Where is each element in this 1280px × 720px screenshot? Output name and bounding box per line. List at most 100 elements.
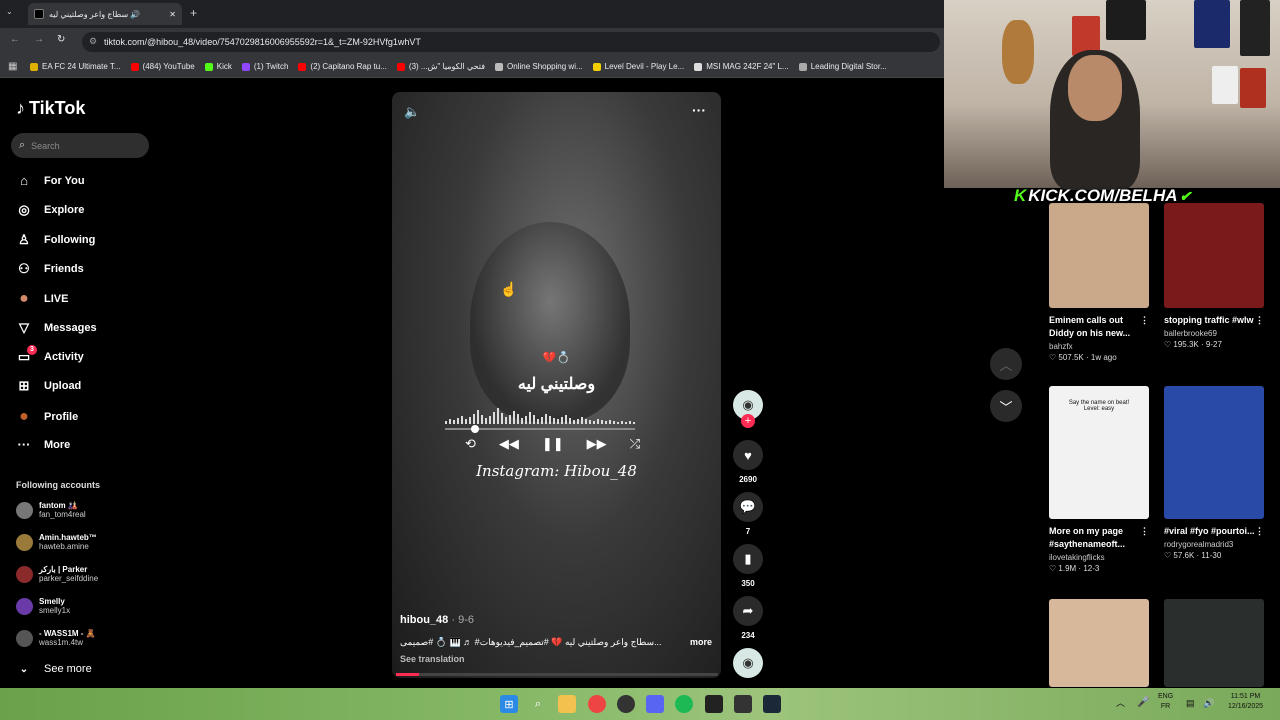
following-account[interactable]: Smelly smelly1x — [16, 597, 70, 615]
video-thumbnail[interactable] — [1049, 599, 1149, 687]
share-button[interactable]: ➦ 234 — [733, 596, 763, 640]
microphone-icon[interactable]: 🎤 — [1137, 698, 1149, 708]
discord-icon[interactable] — [646, 695, 664, 713]
epic-games-icon[interactable] — [734, 695, 752, 713]
recommended-video-card[interactable]: Eminem calls out Diddy on his new... ⋮ bah… — [1049, 203, 1149, 362]
card-author[interactable]: ilovetakingflicks — [1049, 553, 1149, 562]
nav-item-more[interactable]: ··· More — [16, 437, 71, 452]
search-taskbar-icon[interactable]: ⌕ — [529, 695, 547, 713]
following-account[interactable]: Amin.hawteb™ hawteb.amine — [16, 533, 97, 551]
see-more-button[interactable]: ⌄ See more — [16, 663, 92, 675]
spotify-icon[interactable] — [675, 695, 693, 713]
clock[interactable]: 11:51 PM 12/16/2025 — [1228, 692, 1263, 712]
following-account[interactable]: fantom 🎎 fan_tom4real — [16, 501, 86, 519]
bookmark-favicon-icon — [396, 62, 405, 71]
bookmark-item[interactable]: (2) Capitano Rap tu... — [298, 62, 387, 71]
card-menu-icon[interactable]: ⋮ — [1255, 314, 1264, 327]
card-title[interactable]: #viral #fyo #pourtoi... — [1164, 525, 1255, 538]
card-menu-icon[interactable]: ⋮ — [1140, 525, 1149, 551]
bookmark-item[interactable]: Level Devil - Play Le... — [592, 62, 684, 71]
bookmark-item[interactable]: (484) YouTube — [130, 62, 195, 71]
nav-item-following[interactable]: ♙ Following — [16, 232, 95, 248]
recommended-video-card[interactable] — [1164, 599, 1264, 687]
network-icon[interactable]: ▤ — [1186, 698, 1195, 708]
waveform-bar — [617, 422, 619, 424]
bookmark-item[interactable]: MSI MAG 242F 24" L... — [694, 62, 789, 71]
new-tab-button[interactable]: + — [190, 6, 197, 20]
recommended-video-card[interactable]: stopping traffic #wlw ⋮ ballerbrooke69 ♡ 19… — [1164, 203, 1264, 349]
author-username[interactable]: hibou_48 — [400, 614, 448, 626]
card-author[interactable]: rodrygorealmadrid3 — [1164, 540, 1264, 549]
like-button[interactable]: ♥ 2690 — [733, 440, 763, 484]
volume-icon[interactable]: 🔈 — [404, 104, 420, 120]
card-menu-icon[interactable]: ⋮ — [1255, 525, 1264, 538]
video-thumbnail[interactable] — [1164, 599, 1264, 687]
recommended-video-card[interactable]: Say the name on beat! Level: easy More on… — [1049, 386, 1149, 573]
card-title[interactable]: stopping traffic #wlw — [1164, 314, 1254, 327]
reload-icon[interactable]: ↻ — [57, 34, 65, 45]
bookmark-item[interactable]: (1) Twitch — [241, 62, 288, 71]
follow-plus-icon[interactable]: + — [741, 414, 755, 428]
nav-item-explore[interactable]: ◎ Explore — [16, 202, 84, 218]
tray-overflow-icon[interactable]: ︿ — [1116, 698, 1125, 708]
file-explorer-icon[interactable] — [558, 695, 576, 713]
recommended-video-card[interactable] — [1049, 599, 1149, 687]
nav-item-live[interactable]: ● LIVE — [16, 290, 68, 308]
tiktok-logo[interactable]: ♪ TikTok — [16, 98, 85, 119]
video-author[interactable]: hibou_48 · 9-6 — [400, 614, 474, 626]
nav-item-upload[interactable]: ⊞ Upload — [16, 378, 82, 394]
more-link[interactable]: more — [690, 637, 712, 648]
card-author[interactable]: ballerbrooke69 — [1164, 329, 1264, 338]
bookmark-item[interactable]: Online Shopping wi... — [495, 62, 583, 71]
recommended-video-card[interactable]: #viral #fyo #pourtoi... ⋮ rodrygorealmadri… — [1164, 386, 1264, 560]
card-menu-icon[interactable]: ⋮ — [1140, 314, 1149, 340]
verified-badge-icon: ✔ — [1179, 187, 1192, 204]
search-input[interactable]: ⌕ Search — [11, 133, 149, 158]
nav-item-activity[interactable]: ▭ Activity — [16, 349, 84, 365]
comment-button[interactable]: 💬 7 — [733, 492, 763, 536]
app-icon[interactable] — [705, 695, 723, 713]
tab-menu-icon[interactable]: ⌄ — [6, 7, 13, 16]
music-disc-button[interactable]: ◉ — [733, 648, 763, 678]
waveform-bar — [497, 408, 499, 424]
bookmark-item[interactable]: Leading Digital Stor... — [798, 62, 887, 71]
video-thumbnail[interactable] — [1164, 203, 1264, 308]
chrome-icon[interactable] — [588, 695, 606, 713]
bookmark-item[interactable]: Kick — [204, 62, 232, 71]
card-author[interactable]: bahzfx — [1049, 342, 1149, 351]
steam-icon[interactable] — [763, 695, 781, 713]
obs-icon[interactable] — [617, 695, 635, 713]
bookmark-item[interactable]: EA FC 24 Ultimate T... — [30, 62, 121, 71]
next-video-button[interactable]: ﹀ — [990, 390, 1022, 422]
browser-tab[interactable]: سطاج واعر وصلتيني ليه 🔊 ✕ — [28, 3, 182, 25]
site-info-icon[interactable]: ⚙ — [89, 36, 97, 47]
video-thumbnail[interactable]: Say the name on beat! Level: easy — [1049, 386, 1149, 519]
save-button[interactable]: ▮ 350 — [733, 544, 763, 588]
nav-item-messages[interactable]: ▽ Messages — [16, 320, 97, 336]
see-translation-link[interactable]: See translation — [400, 654, 465, 664]
more-options-icon[interactable]: ··· — [692, 102, 706, 118]
following-account[interactable]: بارکر | Parker parker_seifddine — [16, 565, 98, 583]
back-icon[interactable]: ← — [10, 34, 20, 45]
url-field[interactable]: ⚙ tiktok.com/@hibou_48/video/75470298160… — [82, 32, 940, 52]
following-account[interactable]: - WASS1M - 🧸 wass1m.4tw — [16, 629, 96, 647]
card-title[interactable]: More on my page #saythenameoft... — [1049, 525, 1140, 551]
video-thumbnail[interactable] — [1049, 203, 1149, 308]
bookmark-item[interactable]: فتحي الكوميا "ش... (3) — [396, 62, 485, 71]
language-indicator[interactable]: ENG FR — [1158, 692, 1173, 712]
nav-item-profile[interactable]: ● Profile — [16, 408, 78, 426]
forward-icon[interactable]: → — [34, 34, 44, 45]
card-title[interactable]: Eminem calls out Diddy on his new... — [1049, 314, 1140, 340]
volume-tray-icon[interactable]: 🔊 — [1203, 698, 1214, 708]
nav-item-for-you[interactable]: ⌂ For You — [16, 173, 84, 188]
start-icon[interactable]: ⊞ — [500, 695, 518, 713]
previous-video-button[interactable]: ︿ — [990, 348, 1022, 380]
creator-avatar[interactable]: ◉ + — [733, 390, 763, 428]
video-thumbnail[interactable] — [1164, 386, 1264, 519]
apps-grid-icon[interactable]: ▦ — [8, 61, 17, 72]
account-handle: wass1m.4tw — [39, 638, 84, 647]
nav-item-friends[interactable]: ⚇ Friends — [16, 261, 84, 277]
bookmark-favicon-icon — [495, 62, 504, 71]
close-tab-icon[interactable]: ✕ — [169, 10, 176, 19]
video-progress-bar[interactable] — [396, 673, 718, 676]
